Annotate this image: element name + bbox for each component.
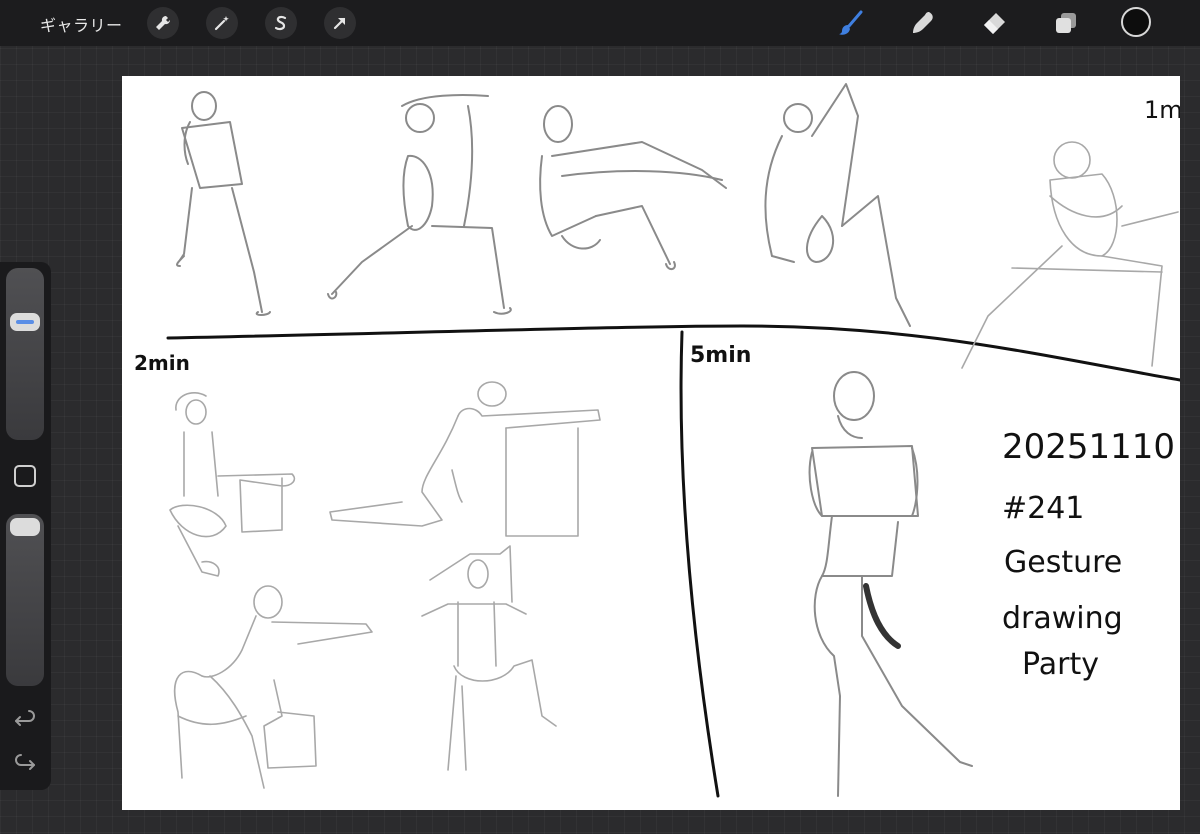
color-picker-button[interactable] xyxy=(1121,7,1151,37)
gallery-button[interactable]: ギャラリー xyxy=(40,12,123,36)
opacity-slider[interactable] xyxy=(6,514,44,686)
brush-size-slider[interactable] xyxy=(6,268,44,440)
smudge-finger-icon xyxy=(913,12,933,33)
left-sidebar xyxy=(0,262,51,790)
actions-button[interactable] xyxy=(147,7,179,39)
magic-wand-icon xyxy=(214,16,229,31)
vertical-divider xyxy=(679,330,720,798)
canvas-artwork: 1min 2min 5min 20251110 #241 Gesture dra… xyxy=(134,83,1180,798)
modify-button[interactable] xyxy=(14,465,36,487)
gesture-figure-6 xyxy=(169,392,296,577)
gesture-figure-9 xyxy=(421,545,557,771)
top-toolbar: ギャラリー xyxy=(0,0,1200,46)
note-line-1: Gesture xyxy=(1004,545,1122,580)
transform-button[interactable] xyxy=(324,7,356,39)
gesture-figure-7 xyxy=(329,381,601,537)
eraser-icon xyxy=(984,13,1005,34)
wrench-icon xyxy=(156,15,171,30)
gesture-figure-5 xyxy=(961,141,1179,369)
undo-icon[interactable] xyxy=(12,708,38,734)
redo-icon[interactable] xyxy=(12,752,38,778)
label-1min: 1min xyxy=(1144,96,1180,124)
label-5min: 5min xyxy=(690,343,751,368)
smudge-button[interactable] xyxy=(907,7,939,39)
horizontal-divider xyxy=(166,324,1180,382)
note-date: 20251110 xyxy=(1002,427,1175,467)
brush-size-thumb[interactable] xyxy=(10,312,40,331)
note-line-2: drawing xyxy=(1002,601,1123,636)
gesture-figure-1 xyxy=(176,91,271,316)
layers-button[interactable] xyxy=(1050,7,1082,39)
selection-s-icon xyxy=(274,15,287,31)
opacity-thumb[interactable] xyxy=(10,518,40,536)
adjustments-button[interactable] xyxy=(206,7,238,39)
layers-icon xyxy=(1056,13,1076,33)
gesture-figure-10 xyxy=(808,371,973,797)
eraser-button[interactable] xyxy=(978,7,1010,39)
brush-icon xyxy=(839,10,863,35)
arrow-cursor-icon xyxy=(333,17,346,30)
drawing-canvas[interactable]: 1min 2min 5min 20251110 #241 Gesture dra… xyxy=(122,76,1180,810)
gesture-figure-4 xyxy=(764,83,911,327)
brush-button[interactable] xyxy=(835,7,867,39)
gesture-figure-3 xyxy=(539,105,727,270)
gesture-figure-2 xyxy=(327,94,512,315)
selection-button[interactable] xyxy=(265,7,297,39)
note-number: #241 xyxy=(1002,491,1084,526)
gesture-figure-8 xyxy=(173,585,373,789)
note-line-3: Party xyxy=(1022,647,1099,682)
label-2min: 2min xyxy=(134,351,190,375)
